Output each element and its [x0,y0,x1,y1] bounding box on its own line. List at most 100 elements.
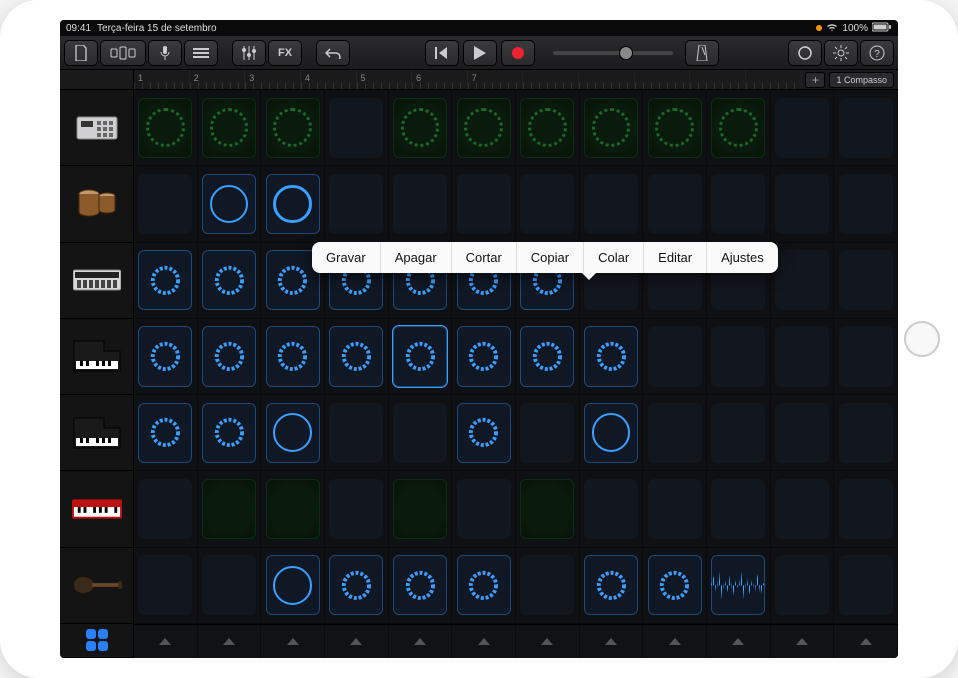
grid-cell-4-6[interactable] [516,395,580,470]
column-trigger-8[interactable] [643,625,707,658]
grid-cell-6-4[interactable] [389,548,453,623]
grid-cell-3-1[interactable] [198,319,262,394]
metronome-button[interactable] [685,40,719,66]
loops-view-button[interactable] [60,624,133,658]
grid-cell-1-0[interactable] [134,166,198,241]
grid-cell-2-1[interactable] [198,243,262,318]
grid-cell-5-7[interactable] [580,471,644,546]
mic-button[interactable] [148,40,182,66]
track-header-keyboard[interactable] [60,471,133,547]
grid-cell-5-9[interactable] [707,471,771,546]
home-button[interactable] [904,321,940,357]
grid-cell-6-1[interactable] [198,548,262,623]
grid-cell-6-11[interactable] [834,548,898,623]
grid-cell-3-5[interactable] [452,319,516,394]
grid-cell-0-8[interactable] [643,90,707,165]
rewind-button[interactable] [425,40,459,66]
grid-cell-6-6[interactable] [516,548,580,623]
grid-cell-4-11[interactable] [834,395,898,470]
ruler-bar-6[interactable]: 6 [412,70,468,89]
fx-button[interactable]: FX [268,40,302,66]
settings-button[interactable] [824,40,858,66]
context-menu-apagar[interactable]: Apagar [380,242,451,273]
add-section-button[interactable]: + [805,72,825,88]
grid-cell-4-4[interactable] [389,395,453,470]
undo-button[interactable] [316,40,350,66]
column-trigger-11[interactable] [834,625,898,658]
bars-display[interactable]: 1 Compasso [829,72,894,88]
grid-cell-4-10[interactable] [771,395,835,470]
ruler-bar-9[interactable] [579,70,635,89]
grid-cell-6-2[interactable] [261,548,325,623]
grid-cell-0-0[interactable] [134,90,198,165]
grid-cell-3-11[interactable] [834,319,898,394]
grid-cell-2-10[interactable] [771,243,835,318]
track-header-drum-machine[interactable] [60,90,133,166]
loop-browser-button[interactable] [788,40,822,66]
column-trigger-4[interactable] [389,625,453,658]
grid-cell-1-1[interactable] [198,166,262,241]
grid-cell-0-1[interactable] [198,90,262,165]
track-list-button[interactable] [184,40,218,66]
grid-cell-4-7[interactable] [580,395,644,470]
grid-cell-1-2[interactable] [261,166,325,241]
ruler-bar-1[interactable]: 1 [134,70,190,89]
track-header-percussion[interactable] [60,166,133,242]
track-header-bass[interactable] [60,548,133,624]
grid-cell-3-8[interactable] [643,319,707,394]
column-trigger-2[interactable] [261,625,325,658]
ruler-bar-10[interactable] [635,70,691,89]
record-button[interactable] [501,40,535,66]
grid-cell-6-10[interactable] [771,548,835,623]
grid-cell-0-7[interactable] [580,90,644,165]
grid-cell-1-4[interactable] [389,166,453,241]
grid-cell-5-3[interactable] [325,471,389,546]
grid-cell-1-9[interactable] [707,166,771,241]
volume-slider[interactable] [553,51,673,55]
grid-cell-4-3[interactable] [325,395,389,470]
column-trigger-3[interactable] [325,625,389,658]
grid-cell-4-5[interactable] [452,395,516,470]
grid-cell-5-1[interactable] [198,471,262,546]
grid-cell-3-9[interactable] [707,319,771,394]
grid-cell-5-8[interactable] [643,471,707,546]
grid-cell-6-5[interactable] [452,548,516,623]
grid-cell-1-6[interactable] [516,166,580,241]
help-button[interactable]: ? [860,40,894,66]
grid-cell-5-2[interactable] [261,471,325,546]
ruler-bar-8[interactable] [523,70,579,89]
grid-cell-2-0[interactable] [134,243,198,318]
grid-cell-4-2[interactable] [261,395,325,470]
volume-thumb[interactable] [619,46,633,60]
grid-cell-3-2[interactable] [261,319,325,394]
context-menu-cortar[interactable]: Cortar [451,242,516,273]
grid-cell-1-11[interactable] [834,166,898,241]
grid-cell-4-9[interactable] [707,395,771,470]
context-menu-editar[interactable]: Editar [643,242,706,273]
grid-cell-6-9[interactable] [707,548,771,623]
my-songs-button[interactable] [64,40,98,66]
grid-cell-4-1[interactable] [198,395,262,470]
grid-cell-1-7[interactable] [580,166,644,241]
grid-cell-1-10[interactable] [771,166,835,241]
grid-cell-3-3[interactable] [325,319,389,394]
grid-cell-0-11[interactable] [834,90,898,165]
ruler-bar-7[interactable]: 7 [468,70,524,89]
grid-cell-0-10[interactable] [771,90,835,165]
column-trigger-9[interactable] [707,625,771,658]
column-trigger-0[interactable] [134,625,198,658]
grid-cell-5-11[interactable] [834,471,898,546]
grid-cell-5-0[interactable] [134,471,198,546]
mixer-button[interactable] [232,40,266,66]
track-header-piano-1[interactable] [60,319,133,395]
play-button[interactable] [463,40,497,66]
column-trigger-10[interactable] [771,625,835,658]
grid-cell-6-8[interactable] [643,548,707,623]
timeline-ruler[interactable]: 1234567 + 1 Compasso [60,70,898,90]
grid-cell-0-6[interactable] [516,90,580,165]
grid-cell-0-3[interactable] [325,90,389,165]
grid-cell-3-0[interactable] [134,319,198,394]
column-trigger-5[interactable] [452,625,516,658]
grid-cell-6-0[interactable] [134,548,198,623]
grid-cell-6-3[interactable] [325,548,389,623]
